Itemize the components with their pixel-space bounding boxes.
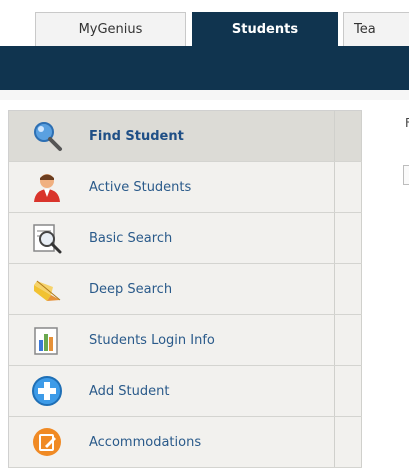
menu-item-deep-search[interactable]: Deep Search (8, 264, 362, 315)
content-heading-partial: F (405, 116, 409, 130)
menu-item-add-student[interactable]: Add Student (8, 366, 362, 417)
menu-item-label: Basic Search (89, 231, 173, 246)
top-tab-bar: MyGenius Students Tea (0, 0, 409, 46)
document-search-icon (33, 224, 62, 254)
user-icon (34, 174, 60, 202)
menu-item-label: Add Student (89, 384, 170, 399)
plus-circle-icon (32, 376, 62, 406)
menu-item-label: Find Student (89, 129, 184, 144)
menu-item-label: Active Students (89, 180, 192, 195)
student-side-menu: Find Student Active Students Basic Searc… (8, 110, 362, 468)
menu-item-label: Accommodations (89, 435, 202, 450)
sub-navigation-bar (0, 46, 409, 90)
menu-item-find-student[interactable]: Find Student (8, 111, 362, 162)
header-divider (0, 90, 409, 100)
tab-teachers[interactable]: Tea (343, 12, 409, 46)
menu-item-label: Deep Search (89, 282, 173, 297)
tab-mygenius[interactable]: MyGenius (35, 12, 186, 46)
menu-item-accommodations[interactable]: Accommodations (8, 417, 362, 468)
menu-item-active-students[interactable]: Active Students (8, 162, 362, 213)
menu-item-label: Students Login Info (89, 333, 215, 348)
tab-students[interactable]: Students (192, 12, 338, 46)
edit-badge-icon (33, 428, 61, 456)
menu-item-basic-search[interactable]: Basic Search (8, 213, 362, 264)
search-input[interactable] (403, 165, 409, 185)
chart-book-icon (34, 327, 58, 355)
menu-item-students-login-info[interactable]: Students Login Info (8, 315, 362, 366)
pencil-search-icon (34, 280, 61, 301)
magnifier-icon (34, 122, 62, 151)
